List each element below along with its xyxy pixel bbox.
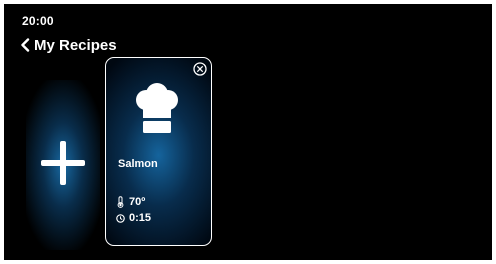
- chevron-left-icon: [21, 38, 30, 52]
- recipe-name: Salmon: [118, 158, 158, 170]
- screen: 20:00 My Recipes Salmon 70º 0:15: [4, 4, 492, 260]
- recipe-duration-row: 0:15: [116, 212, 151, 224]
- page-title: My Recipes: [34, 36, 117, 54]
- recipe-card-salmon[interactable]: Salmon 70º 0:15: [105, 57, 212, 246]
- plus-icon: [41, 141, 85, 185]
- recipe-temperature-row: 70º: [116, 196, 145, 208]
- add-recipe-card[interactable]: [26, 80, 100, 250]
- clock-icon: [116, 213, 125, 223]
- status-time: 20:00: [22, 14, 54, 28]
- chef-hat-icon: [136, 83, 178, 133]
- close-icon[interactable]: [193, 62, 207, 76]
- back-button[interactable]: My Recipes: [20, 35, 117, 55]
- thermometer-icon: [117, 196, 124, 208]
- recipe-temperature: 70º: [129, 196, 146, 208]
- recipe-duration: 0:15: [129, 212, 152, 224]
